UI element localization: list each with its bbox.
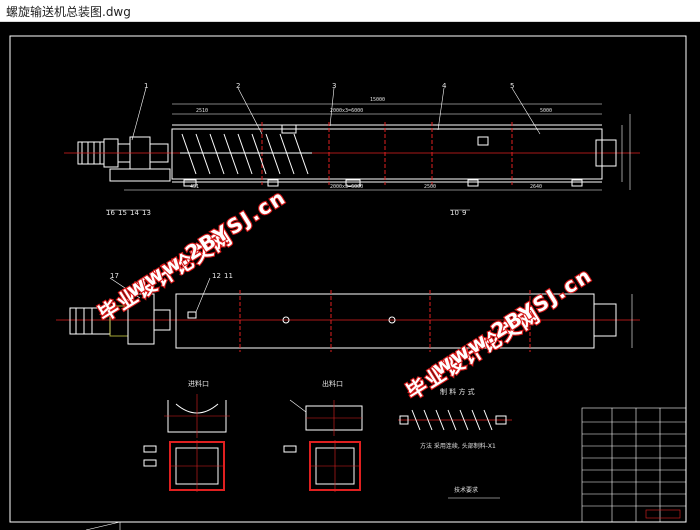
elevation-view: 15000 2510 2000x3=6000 5000 451 2000x3=6… <box>64 82 640 217</box>
inlet-title: 进料口 <box>188 379 209 388</box>
tech-requirements: 技术要求 <box>448 486 500 499</box>
title-block-icon <box>581 407 687 523</box>
watermark-text-4: www.2BYSJ.cn <box>428 262 597 380</box>
label-12: 12 <box>212 272 221 280</box>
label-9: 9 <box>462 209 466 217</box>
label-16: 16 <box>106 209 115 217</box>
dim-d4: 451 <box>190 184 199 190</box>
window-titlebar: 螺旋输送机总装图.dwg <box>0 0 700 22</box>
part-no-1: 1 <box>144 82 148 90</box>
dim-d3: 5000 <box>540 108 552 114</box>
drawing-canvas[interactable]: 15000 2510 2000x3=6000 5000 451 2000x3=6… <box>0 22 700 530</box>
screw-title: 制 料 方 式 <box>440 387 475 396</box>
cad-drawing: 15000 2510 2000x3=6000 5000 451 2000x3=6… <box>9 35 687 530</box>
dim-d1: 2510 <box>196 108 208 114</box>
part-no-3: 3 <box>332 82 336 90</box>
window-title: 螺旋输送机总装图.dwg <box>6 5 131 19</box>
watermark-text-2: www.2BYSJ.cn <box>122 184 291 302</box>
outlet-title: 出料口 <box>322 379 343 388</box>
dim-overall: 15000 <box>370 97 385 103</box>
dim-d5: 2000x3=6000 <box>330 184 363 190</box>
dim-d2: 2000x3=6000 <box>330 108 363 114</box>
tech-title: 技术要求 <box>454 486 478 494</box>
part-no-5: 5 <box>510 82 514 90</box>
label-11: 11 <box>224 272 233 280</box>
trough-body <box>171 128 603 180</box>
dim-d7: 2640 <box>530 184 542 190</box>
label-10: 10 <box>450 209 459 217</box>
label-13: 13 <box>142 209 151 217</box>
part-no-4: 4 <box>442 82 447 90</box>
screw-note: 方法 采用连续, 头部制料-X1 <box>420 442 496 450</box>
label-14: 14 <box>130 209 139 217</box>
inlet-detail: 进料口 <box>143 379 230 492</box>
outlet-detail: 出料口 <box>283 379 363 492</box>
label-15: 15 <box>118 209 127 217</box>
screw-icon <box>180 133 312 175</box>
dim-d6: 2500 <box>424 184 436 190</box>
part-no-2: 2 <box>236 82 240 90</box>
label-17: 17 <box>110 272 119 280</box>
